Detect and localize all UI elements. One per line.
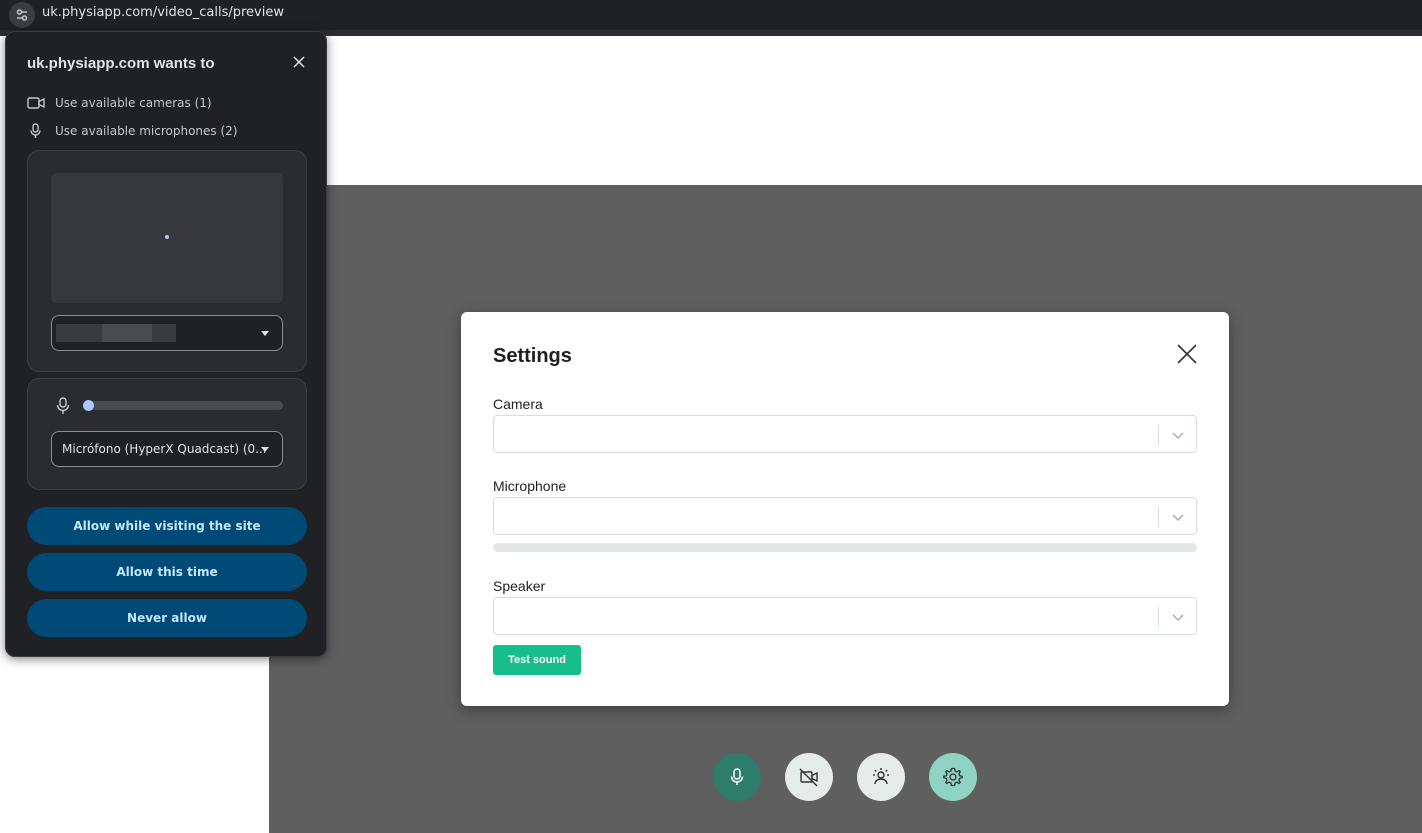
gear-icon xyxy=(943,767,963,787)
select-separator xyxy=(1158,607,1159,627)
settings-button[interactable] xyxy=(929,753,977,801)
video-off-icon xyxy=(799,768,818,787)
chevron-down-icon xyxy=(1172,432,1184,440)
camera-label: Camera xyxy=(493,396,543,412)
caret-down-icon xyxy=(261,447,269,452)
speaker-label: Speaker xyxy=(493,578,546,594)
microphone-permission-row: Use available microphones (2) xyxy=(27,123,237,139)
microphone-permission-text: Use available microphones (2) xyxy=(55,124,238,138)
microphone-level-meter xyxy=(493,543,1197,552)
loading-indicator xyxy=(165,235,169,239)
redacted-camera-name xyxy=(102,324,152,342)
allow-this-time-button[interactable]: Allow this time xyxy=(27,553,307,591)
camera-device-select[interactable] xyxy=(51,315,283,351)
settings-modal: Settings Camera Microphone Speaker Test … xyxy=(461,312,1229,706)
video-camera-icon xyxy=(27,95,49,111)
tune-icon[interactable] xyxy=(9,2,35,28)
close-icon[interactable] xyxy=(292,55,306,69)
chevron-down-icon xyxy=(1172,514,1184,522)
camera-preview-panel xyxy=(27,150,307,372)
camera-permission-row: Use available cameras (1) xyxy=(27,95,212,111)
never-allow-button[interactable]: Never allow xyxy=(27,599,307,637)
background-effects-button[interactable] xyxy=(857,753,905,801)
browser-address-bar: uk.physiapp.com/video_calls/preview xyxy=(0,0,1422,30)
camera-preview xyxy=(51,173,283,303)
microphone-panel: Micrófono (HyperX Quadcast) (0... xyxy=(27,378,307,490)
microphone-select[interactable] xyxy=(493,497,1197,535)
select-separator xyxy=(1158,425,1159,445)
microphone-level-indicator xyxy=(83,400,94,411)
camera-toggle-button[interactable] xyxy=(785,753,833,801)
camera-permission-text: Use available cameras (1) xyxy=(55,96,212,110)
microphone-device-value: Micrófono (HyperX Quadcast) (0... xyxy=(62,442,267,456)
close-icon[interactable] xyxy=(1175,342,1199,366)
modal-title: Settings xyxy=(493,345,572,367)
person-effects-icon xyxy=(873,768,889,785)
select-separator xyxy=(1158,507,1159,527)
microphone-button[interactable] xyxy=(713,753,761,801)
address-url[interactable]: uk.physiapp.com/video_calls/preview xyxy=(42,5,284,20)
caret-down-icon xyxy=(261,331,269,336)
permission-popup: uk.physiapp.com wants to Use available c… xyxy=(5,31,327,657)
microphone-icon xyxy=(27,123,49,139)
allow-while-visiting-button[interactable]: Allow while visiting the site xyxy=(27,507,307,545)
microphone-device-select[interactable]: Micrófono (HyperX Quadcast) (0... xyxy=(51,431,283,467)
microphone-label: Microphone xyxy=(493,478,567,494)
test-sound-button[interactable]: Test sound xyxy=(493,645,581,675)
chevron-down-icon xyxy=(1172,614,1184,622)
camera-select[interactable] xyxy=(493,415,1197,453)
microphone-icon xyxy=(730,768,744,785)
microphone-level-meter xyxy=(83,400,283,411)
microphone-icon xyxy=(55,397,71,420)
speaker-select[interactable] xyxy=(493,597,1197,635)
permission-title: uk.physiapp.com wants to xyxy=(27,55,215,72)
